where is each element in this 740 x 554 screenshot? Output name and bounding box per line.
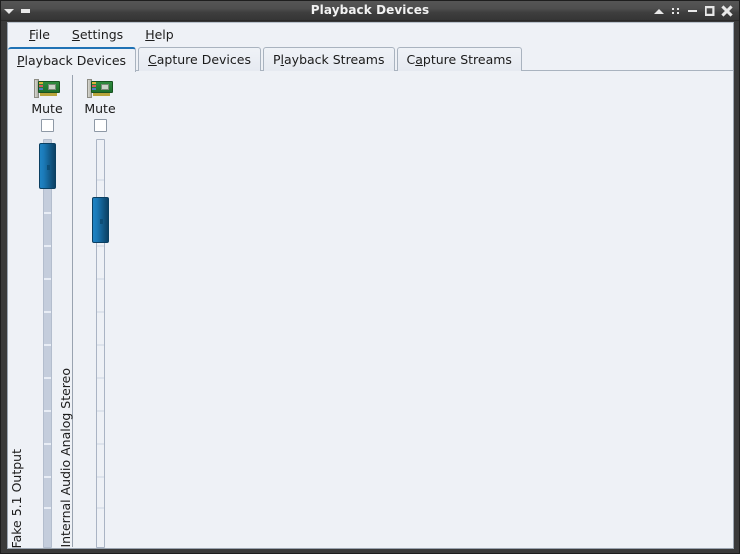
tab-playback-devices-mnemonic: P <box>17 53 25 68</box>
menu-help-mnemonic: H <box>145 27 155 42</box>
sound-card-icon <box>87 79 113 98</box>
menu-item-help[interactable]: Help <box>136 25 183 44</box>
menu-settings-mnemonic: S <box>71 27 80 42</box>
application-window: Playback Devices File Settings Help P la… <box>0 0 740 554</box>
device-name-label-wrap: Internal Audio Analog Stereo <box>57 128 73 548</box>
sticky-button[interactable] <box>667 1 684 21</box>
shade-button[interactable] <box>650 1 667 21</box>
tab-capture-streams-pre: C <box>406 52 416 67</box>
device-internal-audio-analog-stereo: Mute Internal Audio Analog Stereo <box>58 71 127 548</box>
mute-label: Mute <box>31 101 63 116</box>
device-name-label-wrap: Fake 5.1 Output <box>8 218 24 548</box>
tab-capture-streams-rest: pture Streams <box>422 52 512 67</box>
tab-playback-streams-rest: ayback Streams <box>284 52 385 67</box>
tab-bar: Playback Devices Capture Devices Pl aybac… <box>8 46 733 72</box>
volume-slider[interactable] <box>91 139 109 548</box>
device-name-label: Fake 5.1 Output <box>8 448 24 548</box>
playback-devices-panel: Mute Fake 5.1 Output Mute Internal Audio… <box>8 71 733 548</box>
tab-playback-devices[interactable]: Playback Devices <box>8 47 137 72</box>
device-name-label: Internal Audio Analog Stereo <box>57 368 73 548</box>
title-bar[interactable]: Playback Devices <box>1 1 739 21</box>
minimize-button[interactable] <box>684 1 701 21</box>
mute-checkbox[interactable] <box>40 119 54 132</box>
menu-item-file[interactable]: File <box>20 25 59 44</box>
tab-playback-devices-rest: layback Devices <box>24 53 127 68</box>
tab-capture-devices-mnemonic: C <box>148 52 157 67</box>
volume-slider-thumb[interactable] <box>91 197 109 243</box>
device-list: Mute Fake 5.1 Output Mute Internal Audio… <box>9 71 127 548</box>
tab-capture-devices[interactable]: Capture Devices <box>138 47 261 71</box>
tab-capture-streams[interactable]: Ca pture Streams <box>396 47 522 71</box>
menu-item-settings[interactable]: Settings <box>63 25 132 44</box>
title-bar-controls <box>650 1 735 21</box>
tab-playback-streams[interactable]: Pl ayback Streams <box>262 47 395 71</box>
mute-label: Mute <box>84 101 116 116</box>
volume-slider-ticks <box>43 139 51 548</box>
menu-bar: File Settings Help <box>8 23 733 46</box>
client-area: File Settings Help Playback Devices Capt… <box>7 22 734 549</box>
menu-help-rest: elp <box>154 27 174 42</box>
window-title: Playback Devices <box>310 3 430 17</box>
volume-slider[interactable] <box>38 139 56 548</box>
tab-capture-devices-rest: apture Devices <box>156 52 251 67</box>
tab-playback-streams-pre: P <box>272 52 281 67</box>
menu-file-rest: ile <box>35 27 50 42</box>
sound-card-icon <box>34 79 60 98</box>
close-button[interactable] <box>718 1 735 21</box>
volume-slider-thumb[interactable] <box>38 143 56 189</box>
menu-settings-rest: ettings <box>79 27 124 42</box>
maximize-button[interactable] <box>701 1 718 21</box>
tab-capture-streams-mnemonic: a <box>415 52 423 67</box>
mute-checkbox[interactable] <box>93 119 107 132</box>
